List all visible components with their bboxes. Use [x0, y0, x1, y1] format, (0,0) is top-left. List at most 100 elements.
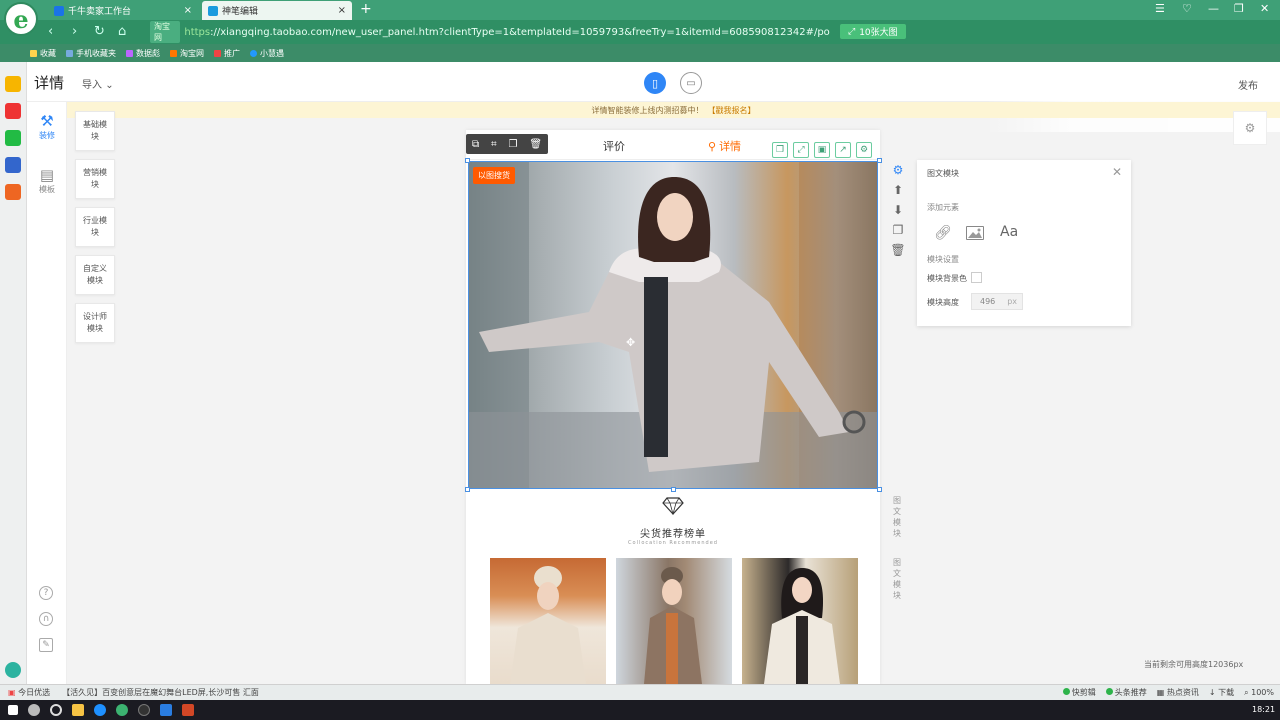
bookmark-item[interactable]: 收藏: [30, 48, 56, 59]
new-tab-icon[interactable]: +: [360, 1, 372, 17]
powerpoint-icon[interactable]: [182, 704, 194, 716]
browser-logo-icon[interactable]: e: [4, 2, 38, 36]
browser-tab-editor[interactable]: 神笔编辑 ×: [202, 1, 352, 20]
resize-handle[interactable]: [465, 487, 470, 492]
skin-icon[interactable]: ♡: [1182, 2, 1192, 15]
publish-button[interactable]: 发布: [1238, 77, 1258, 92]
module-industry[interactable]: 行业模块: [75, 207, 115, 247]
text-icon[interactable]: Aa: [1000, 224, 1018, 240]
copy-icon[interactable]: ❐: [508, 139, 517, 150]
task-view-icon[interactable]: [50, 704, 62, 716]
zoom-level[interactable]: ⌕ 100%: [1244, 688, 1274, 698]
trash-icon[interactable]: 🗑: [890, 243, 905, 257]
crop-icon[interactable]: ⌗: [491, 139, 497, 150]
module-side-label[interactable]: 图文模块: [890, 495, 904, 539]
browser-tab-qianniu[interactable]: 千牛卖家工作台 ×: [48, 1, 198, 20]
quick-edit[interactable]: 快剪辑: [1062, 687, 1096, 698]
height-input[interactable]: 496 px: [971, 293, 1023, 310]
forward-icon[interactable]: ›: [72, 24, 77, 39]
resize-handle[interactable]: [465, 158, 470, 163]
search-icon[interactable]: [28, 704, 40, 716]
url-field[interactable]: 淘宝网 https://xiangqing.taobao.com/new_use…: [150, 21, 830, 43]
edit-icon[interactable]: ✎: [39, 638, 53, 652]
windows-start-icon[interactable]: [8, 705, 18, 715]
move-icon[interactable]: ⧉: [472, 139, 479, 150]
headset-icon[interactable]: ∩: [39, 612, 53, 626]
close-window-icon[interactable]: ✕: [1260, 2, 1269, 15]
refresh-icon[interactable]: ↻: [94, 24, 105, 39]
browser-app-icon[interactable]: [116, 704, 128, 716]
arrow-up-icon[interactable]: ⬆: [893, 183, 903, 197]
tool-template[interactable]: ▤ 模板: [30, 166, 64, 195]
app-icon[interactable]: [5, 184, 21, 200]
bookmark-item[interactable]: 小慧遇: [250, 48, 284, 59]
share-icon[interactable]: ↗: [835, 142, 851, 158]
mobile-view-button[interactable]: ▯: [644, 72, 666, 94]
resize-handle[interactable]: [877, 158, 882, 163]
favorites-icon[interactable]: [5, 76, 21, 92]
pc-view-button[interactable]: ▭: [680, 72, 702, 94]
fullscreen-icon[interactable]: ⤢: [793, 142, 809, 158]
news-ticker[interactable]: 【活久见】百变创意层在魔幻舞台LED屏,长沙可售 汇面: [62, 687, 259, 698]
resize-handle[interactable]: [671, 487, 676, 492]
bookmark-item[interactable]: 手机收藏夹: [66, 48, 116, 59]
back-icon[interactable]: ‹: [48, 24, 53, 39]
copy-icon[interactable]: ❐: [893, 223, 904, 237]
bookmark-item[interactable]: 淘宝网: [170, 48, 204, 59]
browser-tab-label: 千牛卖家工作台: [68, 7, 132, 17]
headline-recommend[interactable]: 头条推荐: [1105, 687, 1147, 698]
tab-detail[interactable]: ⚲ 详情: [708, 138, 741, 154]
resize-handle[interactable]: [877, 487, 882, 492]
edge-icon[interactable]: [94, 704, 106, 716]
close-icon[interactable]: ✕: [1112, 165, 1122, 179]
bookmark-item[interactable]: 数据彪: [126, 48, 160, 59]
module-marketing[interactable]: 营销模块: [75, 159, 115, 199]
copy-icon[interactable]: ❐: [772, 142, 788, 158]
headline-icon: [1105, 688, 1113, 695]
image-search-tag[interactable]: 以图搜货: [473, 167, 515, 184]
file-explorer-icon[interactable]: [72, 704, 84, 716]
product-photo[interactable]: [468, 161, 878, 489]
close-tab-icon[interactable]: ×: [184, 5, 192, 16]
chevron-down-icon: ⌄: [105, 80, 114, 91]
product-thumbnail[interactable]: [616, 558, 732, 684]
layout-settings-icon[interactable]: ⚙: [1233, 111, 1267, 145]
save-icon[interactable]: ▣: [814, 142, 830, 158]
module-custom[interactable]: 自定义模块: [75, 255, 115, 295]
obs-icon[interactable]: [138, 704, 150, 716]
game-icon[interactable]: [5, 157, 21, 173]
module-designer[interactable]: 设计师模块: [75, 303, 115, 343]
product-thumbnail[interactable]: [742, 558, 858, 684]
trash-icon[interactable]: 🗑: [529, 139, 542, 150]
hot-news[interactable]: ▦ 热点资讯: [1157, 687, 1199, 698]
link-icon[interactable]: 🔗︎: [934, 225, 952, 241]
weibo-icon[interactable]: [5, 103, 21, 119]
qianniu-icon[interactable]: [160, 704, 172, 716]
image-icon[interactable]: [966, 226, 984, 240]
today-picks[interactable]: ▣ 今日优选: [8, 687, 50, 698]
module-side-label[interactable]: 图文模块: [890, 557, 904, 601]
product-thumbnail[interactable]: [490, 558, 606, 684]
tab-review[interactable]: 评价: [603, 138, 625, 154]
mail-icon[interactable]: [5, 130, 21, 146]
tool-decorate[interactable]: ⚒ 装修: [30, 112, 64, 141]
signup-link[interactable]: 【戳我报名】: [708, 105, 756, 116]
menu-icon[interactable]: ☰: [1155, 2, 1165, 15]
gear-icon[interactable]: ⚙: [893, 163, 904, 177]
arrow-down-icon[interactable]: ⬇: [893, 203, 903, 217]
import-dropdown[interactable]: 导入 ⌄: [82, 76, 114, 91]
browser-status-bar: ▣ 今日优选 【活久见】百变创意层在魔幻舞台LED屏,长沙可售 汇面 快剪辑 头…: [0, 684, 1280, 700]
bookmark-item[interactable]: 推广: [214, 48, 240, 59]
download[interactable]: ↓ 下载: [1209, 687, 1234, 698]
home-icon[interactable]: ⌂: [118, 24, 126, 39]
module-basic[interactable]: 基础模块: [75, 111, 115, 151]
settings-icon[interactable]: ⚙: [856, 142, 872, 158]
restore-icon[interactable]: ❐: [1234, 2, 1244, 15]
big-image-button[interactable]: ⤢ 10张大图: [840, 24, 906, 39]
minimize-icon[interactable]: —: [1208, 2, 1219, 15]
close-tab-icon[interactable]: ×: [338, 5, 346, 16]
assistant-icon[interactable]: [5, 662, 21, 678]
diamond-icon: [662, 497, 684, 515]
help-icon[interactable]: ?: [39, 586, 53, 600]
bg-color-checkbox[interactable]: [971, 272, 982, 283]
